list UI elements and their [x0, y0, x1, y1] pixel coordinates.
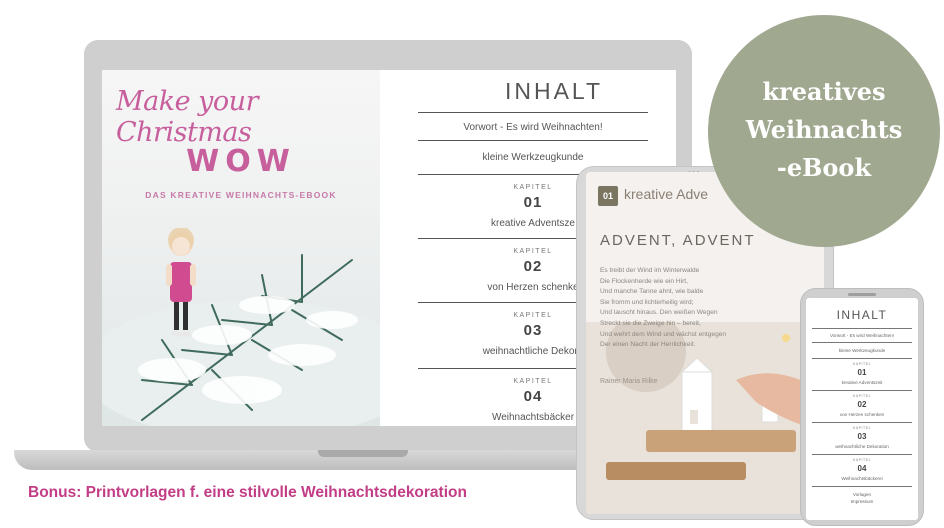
- poem-line: Sie fromm und lichterheilig wird;: [600, 298, 694, 306]
- cover-wow-title: WOW: [186, 144, 296, 179]
- phone-chapter-number: 03: [857, 432, 867, 441]
- poem-line: Der einen Nacht der Herrlichkeit.: [600, 341, 696, 349]
- poem-line: Und lauscht hinaus. Den weißen Wegen: [600, 309, 718, 317]
- poem-author: Rainer Maria Rilke: [600, 378, 658, 385]
- phone-chapter-label[interactable]: Weihnachtsbäckerei: [808, 476, 916, 481]
- phone-chapter-kicker: KAPITEL: [852, 394, 872, 398]
- girl-figurine-image: [166, 228, 196, 337]
- advent-candle-photo: [586, 322, 824, 514]
- poem-line: Die Flockenherde wie ein Hirt,: [600, 277, 688, 285]
- phone-toc-divider: [812, 390, 912, 391]
- phone-toc-divider: [812, 422, 912, 423]
- phone-toc-divider: [812, 358, 912, 359]
- phone-chapter-kicker: KAPITEL: [852, 362, 872, 366]
- phone-chapter-kicker: KAPITEL: [852, 426, 872, 430]
- poem-line: Und manche Tanne ahnt, wie balde: [600, 288, 704, 296]
- tablet-poem: Es treibt der Wind im Winterwalde Die Fl…: [600, 266, 820, 351]
- phone-toc-divider: [812, 342, 912, 343]
- phone-chapter-label[interactable]: kreative Adventszeit: [808, 380, 916, 385]
- phone-chapter-number: 01: [857, 368, 867, 377]
- badge-line: kreatives: [762, 77, 886, 106]
- phone-chapter-kicker: KAPITEL: [852, 458, 872, 462]
- phone-chapter-label[interactable]: weihnachtliche Dekoration: [808, 444, 916, 449]
- ebook-badge-circle: kreatives Weihnachts -eBook: [708, 15, 940, 247]
- poem-line: Es treibt der Wind im Winterwalde: [600, 267, 700, 274]
- toc-item-werkzeugkunde[interactable]: kleine Werkzeugkunde: [418, 152, 648, 163]
- phone-chapter-number: 02: [857, 400, 867, 409]
- ebook-cover: Make your Christmas WOW DAS KREATIVE WEI…: [102, 70, 380, 426]
- phone-toc-item[interactable]: Impressum: [808, 499, 916, 504]
- phone-toc-item[interactable]: Vorwort - Es wird Weihnachten!: [808, 333, 916, 338]
- phone-toc-title: INHALT: [836, 308, 888, 322]
- phone-toc-divider: [812, 454, 912, 455]
- phone-chapter-number: 04: [857, 464, 867, 473]
- toc-item-vorwort[interactable]: Vorwort - Es wird Weihnachten!: [418, 122, 648, 133]
- phone-toc-divider: [812, 486, 912, 487]
- phone-speaker: [848, 293, 876, 296]
- toc-divider: [418, 140, 648, 141]
- bonus-caption: Bonus: Printvorlagen f. eine stilvolle W…: [28, 484, 467, 501]
- fir-branch-image: [102, 254, 380, 426]
- tablet-page-title: ADVENT, ADVENT: [600, 232, 756, 249]
- cover-subtitle: DAS KREATIVE WEIHNACHTS-EBOOK: [145, 190, 337, 200]
- phone-chapter-label[interactable]: von Herzen schenken: [808, 412, 916, 417]
- toc-divider: [418, 112, 648, 113]
- phone-screen: INHALT Vorwort - Es wird Weihnachten! kl…: [806, 298, 918, 520]
- badge-line: Weihnachts: [745, 115, 903, 144]
- phone-toc-item[interactable]: kleine Werkzeugkunde: [808, 348, 916, 353]
- badge-line: -eBook: [776, 153, 872, 182]
- toc-title: INHALT: [504, 78, 604, 104]
- tablet-chapter-badge: 01: [598, 186, 618, 206]
- poem-line: Und wehrt dem Wind und wächst entgegen: [600, 330, 727, 338]
- poem-line: Streckt sie die Zweige hin – bereit,: [600, 319, 701, 327]
- laptop-notch: [318, 450, 408, 457]
- tablet-chapter-label: kreative Adve: [624, 186, 709, 202]
- phone-toc-divider: [812, 328, 912, 329]
- cover-script-title: Make your Christmas: [116, 86, 258, 148]
- phone-toc-item[interactable]: Vorlagen: [808, 492, 916, 497]
